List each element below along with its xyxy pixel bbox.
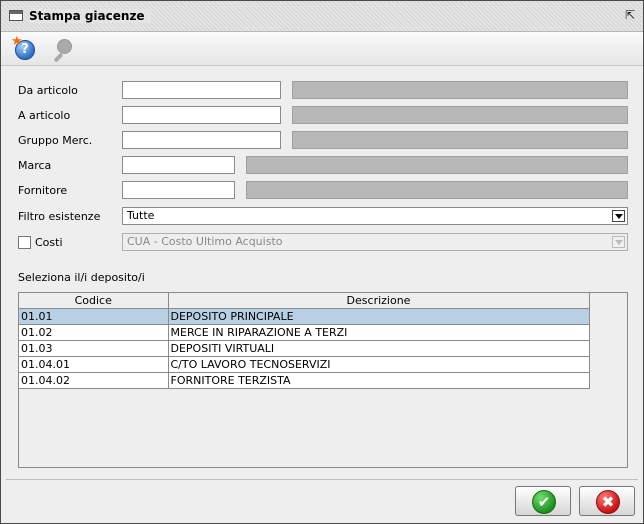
cell-codice: 01.01 <box>19 308 169 325</box>
costi-value: CUA - Costo Ultimo Acquisto <box>127 235 283 248</box>
confirm-button[interactable]: ✔ <box>515 486 571 516</box>
da-articolo-input[interactable] <box>122 81 281 99</box>
dialog-window: Stampa giacenze ⇱ ? ★ Da articolo A arti… <box>0 0 644 524</box>
cell-codice: 01.04.02 <box>19 372 169 389</box>
costi-checkbox[interactable] <box>18 236 31 249</box>
da-articolo-description <box>292 81 628 99</box>
title-bar[interactable]: Stampa giacenze ⇱ <box>1 1 643 32</box>
cancel-button[interactable]: ✖ <box>579 486 635 516</box>
restore-icon[interactable]: ⇱ <box>623 8 637 22</box>
close-icon: ✖ <box>596 490 620 514</box>
column-header-descrizione[interactable]: Descrizione <box>168 293 590 309</box>
fornitore-description <box>246 181 628 199</box>
window-icon <box>9 10 23 21</box>
cell-descrizione: DEPOSITI VIRTUALI <box>168 340 590 357</box>
marca-input[interactable] <box>122 156 235 174</box>
gruppo-merc-input[interactable] <box>122 131 281 149</box>
checkmark-icon: ✔ <box>532 490 556 514</box>
cell-descrizione: DEPOSITO PRINCIPALE <box>168 308 590 325</box>
toolbar: ? ★ <box>1 32 643 66</box>
chevron-down-icon[interactable] <box>612 210 625 222</box>
depositi-label: Seleziona il/i deposito/i <box>18 271 145 284</box>
costi-label: Costi <box>35 236 63 249</box>
filtro-esistenze-select[interactable]: Tutte <box>122 207 628 225</box>
marca-description <box>246 156 628 174</box>
costi-select: CUA - Costo Ultimo Acquisto <box>122 233 628 251</box>
cell-descrizione: FORNITORE TERZISTA <box>168 372 590 389</box>
table-row[interactable]: 01.04.02 FORNITORE TERZISTA <box>19 372 590 389</box>
gruppo-merc-label: Gruppo Merc. <box>18 134 93 147</box>
gruppo-merc-description <box>292 131 628 149</box>
table-row[interactable]: 01.03 DEPOSITI VIRTUALI <box>19 340 590 357</box>
cell-codice: 01.02 <box>19 324 169 341</box>
column-header-codice[interactable]: Codice <box>19 293 169 309</box>
cell-descrizione: MERCE IN RIPARAZIONE A TERZI <box>168 324 590 341</box>
help-icon[interactable]: ? ★ <box>11 34 37 62</box>
table-row[interactable]: 01.02 MERCE IN RIPARAZIONE A TERZI <box>19 324 590 341</box>
depositi-table[interactable]: Codice Descrizione 01.01 DEPOSITO PRINCI… <box>18 292 628 468</box>
search-icon[interactable] <box>49 36 75 63</box>
button-bar: ✔ ✖ <box>6 479 638 520</box>
a-articolo-description <box>292 106 628 124</box>
chevron-down-icon <box>612 236 625 248</box>
cell-codice: 01.04.01 <box>19 356 169 373</box>
window-title: Stampa giacenze <box>29 9 151 23</box>
filtro-esistenze-value: Tutte <box>127 209 155 222</box>
cell-codice: 01.03 <box>19 340 169 357</box>
fornitore-label: Fornitore <box>18 184 68 197</box>
a-articolo-label: A articolo <box>18 109 71 122</box>
table-row[interactable]: 01.04.01 C/TO LAVORO TECNOSERVIZI <box>19 356 590 373</box>
cell-descrizione: C/TO LAVORO TECNOSERVIZI <box>168 356 590 373</box>
a-articolo-input[interactable] <box>122 106 281 124</box>
da-articolo-label: Da articolo <box>18 84 78 97</box>
marca-label: Marca <box>18 159 52 172</box>
filtro-esistenze-label: Filtro esistenze <box>18 210 101 223</box>
fornitore-input[interactable] <box>122 181 235 199</box>
table-row[interactable]: 01.01 DEPOSITO PRINCIPALE <box>19 308 590 325</box>
